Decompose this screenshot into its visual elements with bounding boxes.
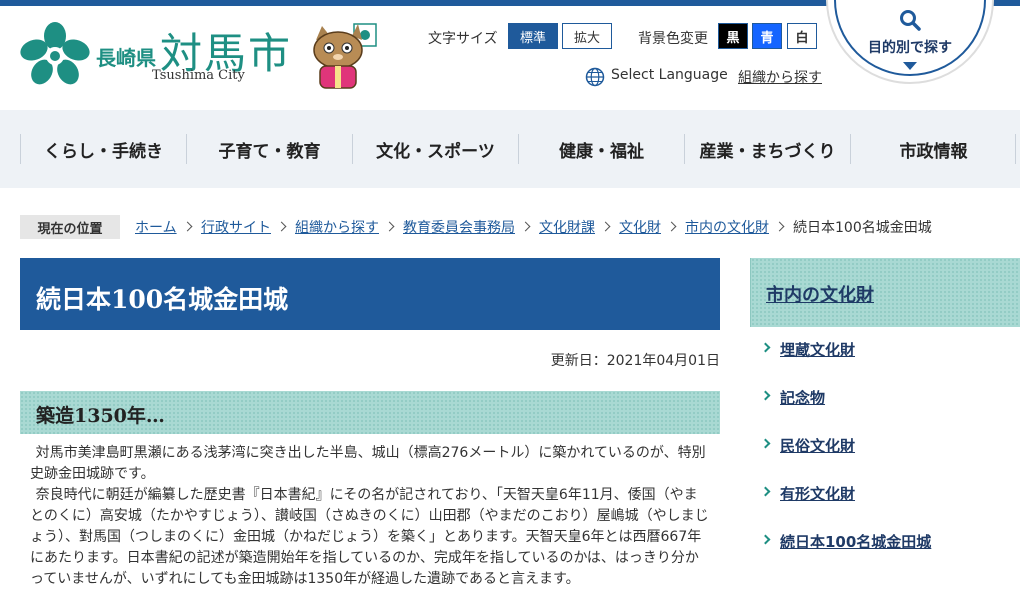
breadcrumb-link-city-assets[interactable]: 市内の文化財	[685, 217, 769, 237]
nav-divider	[1015, 134, 1016, 164]
chevron-right-icon	[760, 438, 771, 449]
section-heading: 築造1350年…	[36, 405, 165, 427]
chevron-right-icon	[666, 221, 677, 232]
breadcrumb-link-cultural-assets[interactable]: 文化財	[619, 217, 661, 237]
sidebar-item-buried-assets[interactable]: 埋蔵文化財	[780, 339, 855, 360]
chevron-right-icon	[182, 221, 193, 232]
chevron-right-icon	[760, 342, 771, 353]
breadcrumb-link-board[interactable]: 教育委員会事務局	[403, 217, 515, 237]
nav-item-childcare[interactable]: 子育て・教育	[186, 134, 352, 164]
breadcrumb-link-dept[interactable]: 文化財課	[539, 217, 595, 237]
chevron-right-icon	[760, 534, 771, 545]
bg-white-button[interactable]: 白	[787, 23, 817, 49]
sidebar-item-monuments[interactable]: 記念物	[780, 387, 825, 408]
nav-item-living[interactable]: くらし・手続き	[20, 134, 186, 164]
nav-item-health[interactable]: 健康・福祉	[518, 134, 684, 164]
breadcrumb-link-home[interactable]: ホーム	[135, 217, 177, 237]
chevron-down-icon	[903, 62, 917, 70]
globe-icon[interactable]	[585, 67, 605, 87]
chevron-right-icon	[760, 486, 771, 497]
chevron-right-icon	[760, 390, 771, 401]
chevron-right-icon	[520, 221, 531, 232]
nav-item-culture[interactable]: 文化・スポーツ	[352, 134, 518, 164]
page-title: 続日本100名城金田城	[36, 285, 289, 314]
breadcrumb-current: 続日本100名城金田城	[793, 220, 932, 236]
bg-blue-button[interactable]: 青	[752, 23, 782, 49]
font-size-large-button[interactable]: 拡大	[562, 23, 612, 49]
purpose-search-label[interactable]: 目的別で探す	[830, 37, 990, 57]
chevron-right-icon	[774, 221, 785, 232]
bg-color-label: 背景色変更	[638, 31, 708, 47]
breadcrumb-here-label: 現在の位置	[20, 215, 120, 239]
sidebar-item-kaneda-castle[interactable]: 続日本100名城金田城	[780, 531, 931, 552]
search-icon	[900, 10, 921, 31]
city-emblem-icon[interactable]	[20, 22, 90, 86]
nav-item-city-admin[interactable]: 市政情報	[850, 134, 1016, 164]
font-size-label: 文字サイズ	[428, 31, 498, 47]
sidebar-title-link[interactable]: 市内の文化財	[766, 281, 874, 307]
search-by-org-link[interactable]: 組織から探す	[738, 67, 822, 87]
bg-black-button[interactable]: 黒	[718, 23, 748, 49]
updated-date: 更新日：2021年04月01日	[550, 353, 720, 369]
logo-roman-text[interactable]: Tsushima City	[152, 68, 245, 83]
font-size-standard-button[interactable]: 標準	[508, 23, 558, 49]
chevron-right-icon	[384, 221, 395, 232]
chevron-right-icon	[276, 221, 287, 232]
breadcrumb-link-admin[interactable]: 行政サイト	[201, 217, 271, 237]
nav-item-industry[interactable]: 産業・まちづくり	[684, 134, 850, 164]
logo-prefecture-text[interactable]: 長崎県	[96, 42, 156, 71]
body-paragraph: 対馬市美津島町黒瀬にある浅茅湾に突き出した半島、城山（標高276メートル）に築か…	[30, 445, 706, 482]
sidebar-item-tangible-assets[interactable]: 有形文化財	[780, 483, 855, 504]
breadcrumb-link-org[interactable]: 組織から探す	[295, 217, 379, 237]
body-paragraph: 奈良時代に朝廷が編纂した歴史書『日本書紀』にその名が記されており、「天智天皇6年…	[30, 487, 709, 587]
select-language-link[interactable]: Select Language	[611, 67, 728, 83]
mascot-image	[313, 23, 377, 89]
chevron-right-icon	[600, 221, 611, 232]
global-nav: くらし・手続き 子育て・教育 文化・スポーツ 健康・福祉 産業・まちづくり 市政…	[0, 110, 1020, 188]
sidebar-item-folk-assets[interactable]: 民俗文化財	[780, 435, 855, 456]
